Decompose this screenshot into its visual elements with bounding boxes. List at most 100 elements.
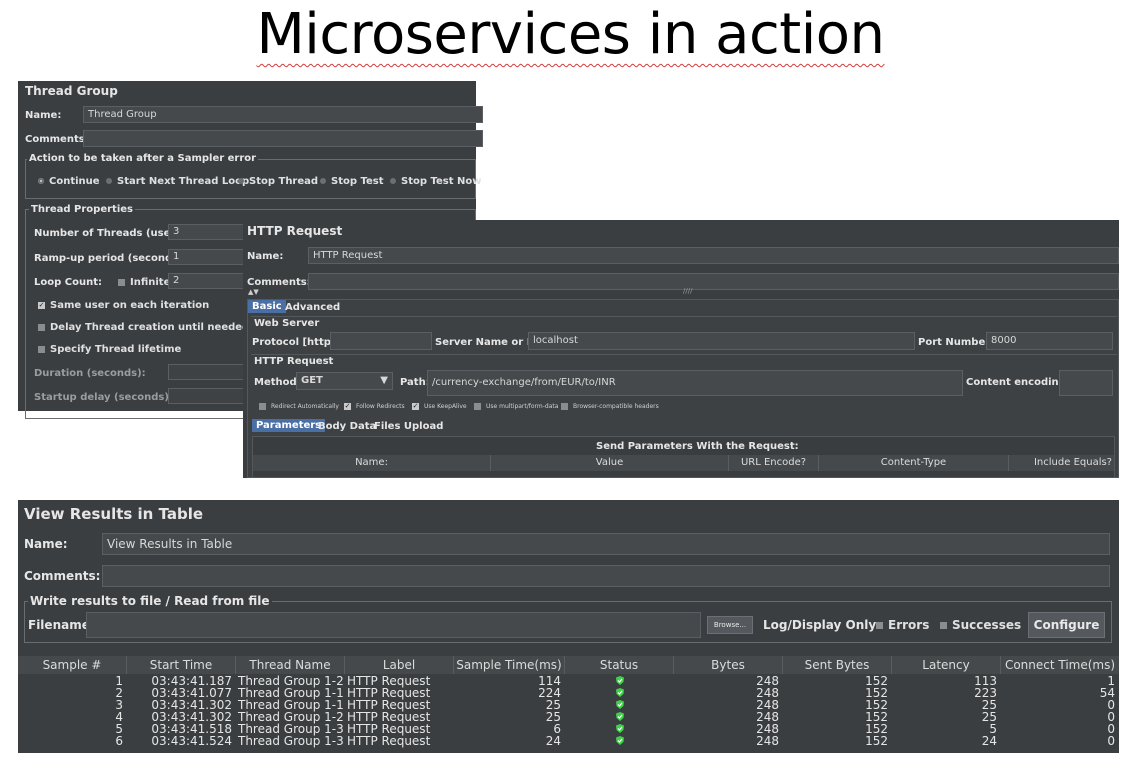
checkbox-icon bbox=[38, 323, 45, 331]
col-start-time[interactable]: Start Time bbox=[127, 656, 236, 674]
protocol-input[interactable] bbox=[330, 332, 432, 350]
port-input[interactable]: 8000 bbox=[986, 332, 1113, 350]
cell-latency: 25 bbox=[981, 710, 997, 724]
rampup-label: Ramp-up period (seconds): bbox=[34, 253, 187, 264]
checkbox-icon bbox=[474, 403, 481, 410]
col-thread-name[interactable]: Thread Name bbox=[236, 656, 345, 674]
results-table-header: Sample # Start Time Thread Name Label Sa… bbox=[18, 656, 1119, 674]
view-results-panel: View Results in Table Name: View Results… bbox=[18, 500, 1119, 753]
col-connect-time[interactable]: Connect Time(ms) bbox=[1001, 656, 1119, 674]
multipart-checkbox[interactable]: Use multipart/form-data bbox=[474, 403, 558, 410]
keepalive-checkbox[interactable]: ✓ Use KeepAlive bbox=[412, 403, 467, 410]
params-title: Send Parameters With the Request: bbox=[596, 441, 799, 452]
method-select[interactable]: GET ▼ bbox=[296, 372, 393, 390]
server-input[interactable]: localhost bbox=[528, 332, 915, 350]
rampup-input[interactable]: 1 bbox=[168, 249, 248, 265]
cell-latency: 24 bbox=[981, 734, 997, 748]
name-input[interactable]: View Results in Table bbox=[102, 533, 1110, 555]
duration-input[interactable] bbox=[168, 364, 248, 380]
checkbox-icon bbox=[940, 622, 947, 629]
col-label[interactable]: Label bbox=[345, 656, 454, 674]
cell-connect: 54 bbox=[1099, 686, 1115, 700]
cell-n: 1 bbox=[115, 674, 123, 688]
success-shield-icon bbox=[615, 688, 624, 697]
radio-icon bbox=[238, 178, 244, 184]
successes-checkbox[interactable]: Successes bbox=[940, 618, 1021, 632]
checkbox-checked-icon: ✓ bbox=[38, 300, 45, 309]
chevron-down-icon: ▼ bbox=[380, 375, 388, 386]
encoding-input[interactable] bbox=[1059, 370, 1113, 396]
table-row[interactable]: 6 03:43:41.524 Thread Group 1-3 HTTP Reques… bbox=[18, 735, 1119, 747]
success-shield-icon bbox=[615, 700, 624, 709]
infinite-checkbox[interactable]: Infinite bbox=[118, 277, 170, 288]
param-col-include-equals[interactable]: Include Equals? bbox=[1009, 455, 1114, 471]
radio-start-next-loop[interactable]: Start Next Thread Loop bbox=[106, 176, 249, 187]
cell-time: 25 bbox=[545, 710, 561, 724]
http-request-panel: HTTP Request Name: HTTP Request Comments… bbox=[243, 220, 1119, 478]
param-col-name[interactable]: Name: bbox=[253, 455, 491, 471]
checkbox-checked-icon: ✓ bbox=[344, 402, 351, 410]
col-status[interactable]: Status bbox=[565, 656, 674, 674]
filename-input[interactable] bbox=[86, 612, 701, 638]
cell-n: 6 bbox=[115, 734, 123, 748]
cell-connect: 0 bbox=[1107, 698, 1115, 712]
filename-label: Filename bbox=[28, 618, 90, 632]
param-col-value[interactable]: Value bbox=[491, 455, 729, 471]
startup-delay-input[interactable] bbox=[168, 388, 248, 404]
comments-input[interactable] bbox=[308, 273, 1119, 290]
delay-thread-checkbox[interactable]: Delay Thread creation until needed bbox=[38, 322, 249, 333]
tab-advanced[interactable]: Advanced bbox=[281, 301, 344, 314]
col-bytes[interactable]: Bytes bbox=[674, 656, 783, 674]
cell-n: 5 bbox=[115, 722, 123, 736]
col-sample-number[interactable]: Sample # bbox=[18, 656, 127, 674]
port-label: Port Number: bbox=[918, 337, 995, 348]
redirect-auto-checkbox[interactable]: Redirect Automatically bbox=[259, 403, 339, 410]
errors-checkbox[interactable]: Errors bbox=[876, 618, 929, 632]
comments-input[interactable] bbox=[102, 565, 1110, 587]
browser-headers-checkbox[interactable]: Browser-compatible headers bbox=[561, 403, 659, 410]
path-input[interactable]: /currency-exchange/from/EUR/to/INR bbox=[427, 370, 963, 396]
view-results-title: View Results in Table bbox=[24, 505, 204, 523]
col-sample-time[interactable]: Sample Time(ms) bbox=[454, 656, 565, 674]
tab-files-upload[interactable]: Files Upload bbox=[370, 420, 447, 433]
path-label: Path: bbox=[400, 377, 430, 388]
method-label: Method: bbox=[254, 377, 301, 388]
name-input[interactable]: HTTP Request bbox=[308, 247, 1119, 264]
loop-count-input[interactable]: 2 bbox=[168, 273, 248, 289]
cell-start: 03:43:41.524 bbox=[151, 734, 232, 748]
browse-button[interactable]: Browse... bbox=[707, 616, 753, 634]
server-label: Server Name or IP: bbox=[435, 337, 542, 348]
col-latency[interactable]: Latency bbox=[892, 656, 1001, 674]
threads-input[interactable]: 3 bbox=[168, 224, 248, 240]
configure-button[interactable]: Configure bbox=[1028, 612, 1105, 638]
same-user-checkbox[interactable]: ✓ Same user on each iteration bbox=[38, 300, 209, 311]
success-shield-icon bbox=[615, 736, 624, 745]
checkbox-icon bbox=[561, 403, 568, 410]
http-section-title: HTTP Request bbox=[254, 356, 334, 367]
success-shield-icon bbox=[615, 712, 624, 721]
param-col-url-encode[interactable]: URL Encode? bbox=[729, 455, 819, 471]
cell-connect: 0 bbox=[1107, 734, 1115, 748]
collapse-arrows-icon[interactable]: ▲▼ bbox=[248, 288, 259, 296]
radio-icon bbox=[390, 178, 396, 184]
radio-continue[interactable]: Continue bbox=[38, 176, 100, 187]
comments-input[interactable] bbox=[83, 130, 483, 147]
param-col-content-type[interactable]: Content-Type bbox=[819, 455, 1009, 471]
radio-stop-test[interactable]: Stop Test bbox=[320, 176, 384, 187]
radio-stop-thread[interactable]: Stop Thread bbox=[238, 176, 318, 187]
radio-stop-test-now[interactable]: Stop Test Now bbox=[390, 176, 481, 187]
follow-redirects-checkbox[interactable]: ✓ Follow Redirects bbox=[344, 403, 405, 410]
col-sent-bytes[interactable]: Sent Bytes bbox=[783, 656, 892, 674]
slide-title: Microservices in action bbox=[256, 2, 885, 67]
thread-group-title: Thread Group bbox=[25, 84, 118, 98]
name-label: Name: bbox=[24, 537, 68, 551]
http-request-title: HTTP Request bbox=[247, 224, 343, 238]
checkbox-icon bbox=[118, 278, 125, 286]
http-section-divider bbox=[251, 354, 1117, 355]
splitter-grip-icon[interactable]: //// bbox=[683, 287, 692, 295]
thread-lifetime-checkbox[interactable]: Specify Thread lifetime bbox=[38, 344, 181, 355]
cell-label: HTTP Request bbox=[347, 734, 431, 748]
name-input[interactable]: Thread Group bbox=[83, 106, 483, 123]
duration-label: Duration (seconds): bbox=[34, 368, 146, 379]
startup-delay-label: Startup delay (seconds): bbox=[34, 392, 173, 403]
